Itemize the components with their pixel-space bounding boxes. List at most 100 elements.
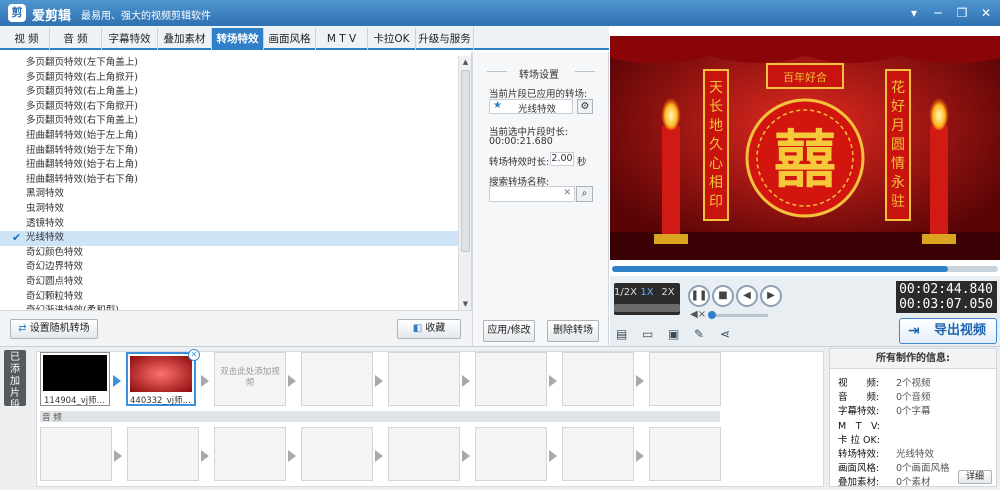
speed-double[interactable]: 2X bbox=[659, 287, 677, 298]
maximize-icon[interactable]: ❐ bbox=[951, 3, 973, 23]
added-clips-side-tab[interactable]: 已添加片段 bbox=[4, 350, 26, 411]
volume-icon[interactable]: ◀× bbox=[690, 309, 706, 320]
info-row: M T V: bbox=[838, 420, 880, 432]
snapshot-icon[interactable]: ▤ bbox=[616, 327, 627, 341]
empty-audio-slot[interactable] bbox=[649, 427, 721, 481]
previous-frame-icon[interactable]: ◀ bbox=[736, 285, 758, 307]
search-icon[interactable]: ⌕ bbox=[576, 186, 593, 202]
edit-icon[interactable]: ✎ bbox=[694, 327, 704, 341]
check-icon: ✔ bbox=[12, 231, 22, 245]
video-preview[interactable]: 百年好合 天长地久心相印 花好月圆情永驻 囍 bbox=[610, 36, 1000, 260]
effect-duration-unit: 秒 bbox=[577, 157, 587, 168]
transition-settings-panel: 转场设置 当前片段已应用的转场: ★ 光线特效 ⚙ 当前选中片段时长: 00:0… bbox=[472, 52, 609, 346]
tab-transition-effects[interactable]: 转场特效 bbox=[212, 28, 264, 50]
speed-normal[interactable]: 1X bbox=[638, 287, 656, 298]
transition-item[interactable]: 扭曲翻转特效(始于右下角) bbox=[0, 173, 458, 188]
empty-clip-slot[interactable] bbox=[562, 352, 634, 406]
volume-handle[interactable] bbox=[708, 311, 716, 319]
settings-icon[interactable]: ▾ bbox=[903, 3, 925, 23]
speed-half[interactable]: 1/2X bbox=[614, 287, 637, 298]
share-icon[interactable]: ⋖ bbox=[720, 327, 730, 341]
export-video-button[interactable]: ⇥ 导出视频 bbox=[899, 318, 997, 344]
transition-item[interactable]: 奇幻颜色特效 bbox=[0, 246, 458, 261]
empty-clip-slot[interactable] bbox=[301, 352, 373, 406]
empty-audio-slot[interactable] bbox=[388, 427, 460, 481]
transition-list-panel: 多页翻页特效(左下角盖上) 多页翻页特效(右上角掀开) 多页翻页特效(右上角盖上) 多… bbox=[0, 52, 472, 316]
transition-item[interactable]: 多页翻页特效(右下角盖上) bbox=[0, 114, 458, 129]
minimize-icon[interactable]: ─ bbox=[927, 3, 949, 23]
transition-item[interactable]: 多页翻页特效(右下角掀开) bbox=[0, 100, 458, 115]
audio-track-header bbox=[40, 411, 720, 422]
scrollbar-thumb[interactable] bbox=[461, 70, 470, 252]
list-scrollbar[interactable]: ▲ ▼ bbox=[458, 56, 471, 310]
tab-video[interactable]: 视 频 bbox=[4, 28, 50, 50]
save-icon[interactable]: ▣ bbox=[668, 327, 679, 341]
close-icon[interactable]: ✕ bbox=[975, 3, 997, 23]
empty-clip-slot[interactable] bbox=[649, 352, 721, 406]
empty-clip-slot[interactable] bbox=[388, 352, 460, 406]
apply-modify-button[interactable]: 应用/修改 bbox=[483, 320, 535, 342]
transition-item[interactable]: 奇幻圆点特效 bbox=[0, 275, 458, 290]
transition-item[interactable]: 多页翻页特效(右上角盖上) bbox=[0, 85, 458, 100]
banner-text: 百年好合 bbox=[783, 70, 827, 84]
transition-marker-icon[interactable] bbox=[113, 375, 121, 387]
scroll-down-icon[interactable]: ▼ bbox=[459, 298, 472, 310]
clear-icon[interactable]: ✕ bbox=[563, 188, 571, 198]
transition-item[interactable]: 多页翻页特效(右上角掀开) bbox=[0, 71, 458, 86]
next-frame-icon[interactable]: ▶ bbox=[760, 285, 782, 307]
transition-item[interactable]: 扭曲翻转特效(始于右上角) bbox=[0, 158, 458, 173]
left-couplet-text: 天长地久心相印 bbox=[709, 80, 723, 210]
transition-item[interactable]: 虫洞特效 bbox=[0, 202, 458, 217]
stop-icon[interactable]: ■ bbox=[712, 285, 734, 307]
info-row: 转场特效: 光线特效 bbox=[838, 449, 935, 460]
info-title: 所有制作的信息: bbox=[830, 349, 996, 369]
transition-item[interactable]: 奇幻边界特效 bbox=[0, 260, 458, 275]
empty-audio-slot[interactable] bbox=[301, 427, 373, 481]
delete-transition-button[interactable]: 删除转场 bbox=[547, 320, 599, 342]
collect-button[interactable]: ◧ 收藏 bbox=[397, 319, 461, 339]
tab-subtitle-effects[interactable]: 字幕特效 bbox=[102, 28, 158, 50]
gear-icon[interactable]: ⚙ bbox=[577, 99, 593, 114]
bookmark-icon: ◧ bbox=[412, 323, 423, 334]
slot-arrow-icon bbox=[636, 450, 644, 462]
speed-slider[interactable] bbox=[614, 304, 680, 312]
transition-item[interactable]: 扭曲翻转特效(始于左下角) bbox=[0, 144, 458, 159]
tab-karaoke[interactable]: 卡拉OK bbox=[368, 28, 416, 50]
scroll-up-icon[interactable]: ▲ bbox=[459, 56, 472, 68]
clip-duration-value: 00:00:21.680 bbox=[489, 136, 553, 147]
empty-audio-slot[interactable] bbox=[562, 427, 634, 481]
info-row: 字幕特效: 0个字幕 bbox=[838, 406, 931, 418]
effect-duration-label: 转场特效时长: bbox=[489, 157, 550, 168]
playback-progress-bar[interactable] bbox=[612, 266, 998, 272]
project-info-panel: 所有制作的信息: 视 频: 2个视频音 频: 0个音频 字幕特效: 0个字幕 M T V:… bbox=[829, 348, 997, 488]
transition-item[interactable]: 奇幻颗粒特效 bbox=[0, 290, 458, 305]
empty-audio-slot[interactable] bbox=[40, 427, 112, 481]
empty-clip-slot[interactable]: 双击此处添加视频 bbox=[214, 352, 286, 406]
transition-item[interactable]: 透镜特效 bbox=[0, 217, 458, 232]
empty-audio-slot[interactable] bbox=[475, 427, 547, 481]
random-transition-button[interactable]: ⇄ 设置随机转场 bbox=[10, 319, 98, 339]
detail-button[interactable]: 详细 bbox=[958, 470, 992, 484]
search-transition-input[interactable]: ✕ bbox=[489, 186, 575, 202]
transition-item[interactable]: 扭曲翻转特效(始于左上角) bbox=[0, 129, 458, 144]
empty-audio-slot[interactable] bbox=[214, 427, 286, 481]
tab-picture-style[interactable]: 画面风格 bbox=[264, 28, 316, 50]
empty-audio-slot[interactable] bbox=[127, 427, 199, 481]
transition-list: 多页翻页特效(左下角盖上) 多页翻页特效(右上角掀开) 多页翻页特效(右上角盖上) 多… bbox=[0, 56, 458, 319]
open-folder-icon[interactable]: ▭ bbox=[642, 327, 653, 341]
current-time: 00:02:44.840 bbox=[899, 282, 993, 297]
pause-icon[interactable]: ❚❚ bbox=[688, 285, 710, 307]
remove-clip-icon[interactable]: ✕ bbox=[188, 349, 200, 361]
tab-upgrade-service[interactable]: 升级与服务 bbox=[416, 28, 474, 50]
tab-mtv[interactable]: M T V bbox=[316, 28, 368, 50]
transition-item[interactable]: ✔ 光线特效 bbox=[0, 231, 458, 246]
transition-item[interactable]: 多页翻页特效(左下角盖上) bbox=[0, 56, 458, 71]
tab-audio[interactable]: 音 频 bbox=[50, 28, 102, 50]
effect-duration-input[interactable]: 2.00 bbox=[550, 152, 574, 166]
volume-slider[interactable] bbox=[708, 314, 768, 317]
empty-clip-slot[interactable] bbox=[475, 352, 547, 406]
transition-item[interactable]: 黑洞特效 bbox=[0, 187, 458, 202]
tab-overlay-material[interactable]: 叠加素材 bbox=[158, 28, 212, 50]
app-slogan: 最易用、强大的视频剪辑软件 bbox=[81, 11, 211, 22]
total-time: 00:03:07.050 bbox=[899, 297, 993, 312]
